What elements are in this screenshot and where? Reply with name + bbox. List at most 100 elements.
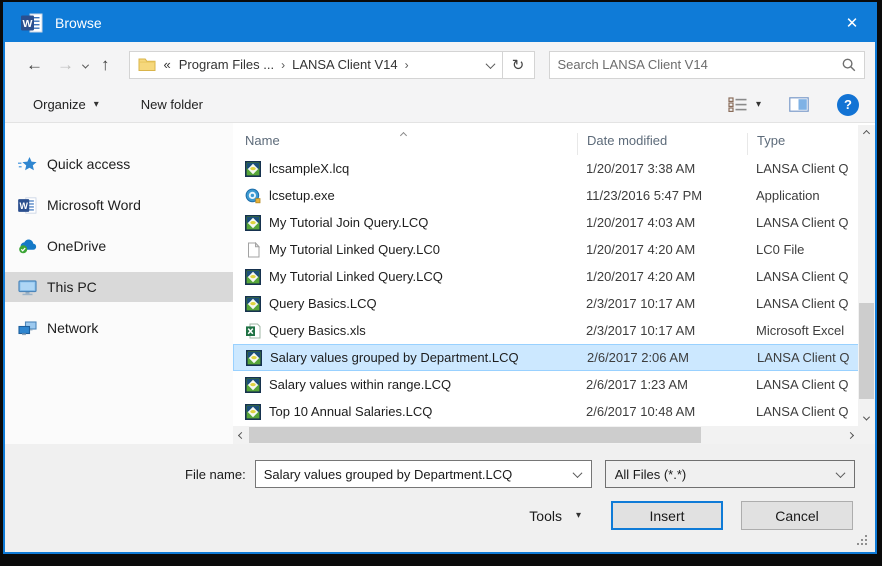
file-date: 2/3/2017 10:17 AM [586,323,696,338]
lcq-file-icon [245,269,261,285]
insert-button[interactable]: Insert [611,501,723,530]
folder-icon [138,57,156,72]
file-row[interactable]: Salary values within range.LCQ 2/6/2017 … [233,371,875,398]
column-header-type[interactable]: Type [747,133,875,155]
back-button[interactable]: ← [19,52,50,77]
organize-label: Organize [33,97,86,112]
file-name: Top 10 Annual Salaries.LCQ [269,404,433,419]
vertical-scrollbar[interactable] [858,125,875,426]
cancel-label: Cancel [775,507,819,524]
search-input[interactable] [557,57,836,72]
file-date: 1/20/2017 4:20 AM [586,269,696,284]
cancel-button[interactable]: Cancel [741,501,853,530]
window-title: Browse [55,15,102,31]
chevron-down-icon [835,467,846,478]
lcq-file-icon [246,350,262,366]
breadcrumb-separator: › [281,57,286,72]
button-row: Tools ▾ Insert Cancel [5,501,875,530]
file-name-label: File name: [185,466,246,482]
sidebar-item-network[interactable]: Network [5,313,233,343]
help-icon: ? [844,97,852,112]
file-row[interactable]: Query Basics.LCQ 2/3/2017 10:17 AM LANSA… [233,290,875,317]
generic-file-icon [245,242,261,258]
file-row[interactable]: My Tutorial Linked Query.LC0 1/20/2017 4… [233,236,875,263]
insert-label: Insert [649,507,685,524]
breadcrumb-segment[interactable]: LANSA Client V14 [292,57,398,72]
file-row[interactable]: My Tutorial Linked Query.LCQ 1/20/2017 4… [233,263,875,290]
file-name: My Tutorial Linked Query.LC0 [269,242,440,257]
navigation-bar: ← → ↑ « Program Files ... › LANSA Client… [5,42,875,87]
lcq-file-icon [245,161,261,177]
file-row-selected[interactable]: Salary values grouped by Department.LCQ … [233,344,875,371]
scroll-right-button[interactable] [842,426,858,444]
scroll-down-button[interactable] [858,410,875,426]
chevron-down-icon [485,59,495,70]
sidebar-item-onedrive[interactable]: OneDrive [5,231,233,261]
forward-button[interactable]: → [50,52,81,77]
file-date: 1/20/2017 3:38 AM [586,161,696,176]
file-name-row: File name: All Files (*.*) [5,460,875,488]
refresh-button[interactable]: ↻ [502,50,535,79]
file-row[interactable]: lcsampleX.lcq 1/20/2017 3:38 AM LANSA Cl… [233,155,875,182]
sidebar-item-this-pc[interactable]: This PC [5,272,233,302]
new-folder-label: New folder [140,97,203,112]
browse-dialog: Browse ✕ ← → ↑ « Program Files ... › LAN… [3,2,877,554]
horizontal-scrollbar[interactable] [233,426,858,444]
file-row[interactable]: Top 10 Annual Salaries.LCQ 2/6/2017 10:4… [233,398,875,425]
file-type: LANSA Client Q [756,269,849,284]
close-icon: ✕ [845,15,859,32]
organize-button[interactable]: Organize ▾ [33,97,99,112]
horizontal-scroll-thumb[interactable] [249,427,701,443]
file-name: Salary values within range.LCQ [269,377,452,392]
close-button[interactable]: ✕ [829,4,875,42]
scroll-up-button[interactable] [858,125,875,141]
preview-pane-button[interactable] [789,97,809,112]
address-bar[interactable]: « Program Files ... › LANSA Client V14 › [128,50,503,79]
sort-ascending-icon [399,126,408,141]
dialog-footer: File name: All Files (*.*) Tools ▾ Inser… [5,444,875,552]
chevron-down-icon: ▾ [755,99,761,110]
breadcrumb-collapsed[interactable]: « [164,57,171,72]
column-header-date-modified[interactable]: Date modified [577,133,747,155]
file-type: LANSA Client Q [757,350,850,365]
file-date: 1/20/2017 4:03 AM [586,215,696,230]
resize-grip-icon[interactable] [865,543,867,545]
sidebar-item-quick-access[interactable]: Quick access [5,149,233,179]
title-bar: Browse ✕ [5,4,875,42]
up-button[interactable]: ↑ [94,52,117,77]
file-row[interactable]: Query Basics.xls 2/3/2017 10:17 AM Micro… [233,317,875,344]
word-app-icon [21,13,43,33]
sidebar-item-label: OneDrive [47,238,107,254]
help-button[interactable]: ? [837,93,859,116]
new-folder-button[interactable]: New folder [141,97,203,112]
file-type-dropdown-button[interactable] [828,467,854,478]
history-dropdown-button[interactable] [81,56,90,74]
preview-pane-icon [789,97,809,112]
chevron-left-icon [237,431,245,439]
breadcrumb-segment[interactable]: Program Files ... [179,57,274,72]
file-row[interactable]: lcsetup.exe 11/23/2016 5:47 PM Applicati… [233,182,875,209]
tools-button[interactable]: Tools ▾ [529,508,581,524]
application-icon [245,188,261,204]
sidebar-item-microsoft-word[interactable]: Microsoft Word [5,190,233,220]
file-name-input[interactable] [255,466,565,482]
change-view-button[interactable]: ▾ [728,97,761,112]
chevron-down-icon [81,61,90,69]
quick-access-star-icon [18,156,37,173]
sidebar-item-label: Microsoft Word [47,197,141,213]
lcq-file-icon [245,377,261,393]
scroll-left-button[interactable] [233,426,249,444]
file-list: Name Date modified Type lcsampleX.lcq 1/… [233,123,875,444]
file-name-dropdown-button[interactable] [565,467,591,478]
tools-label: Tools [529,507,562,524]
file-name: lcsetup.exe [269,188,335,203]
address-dropdown-button[interactable] [485,57,495,72]
command-toolbar: Organize ▾ New folder ▾ ? [5,87,875,123]
file-row[interactable]: My Tutorial Join Query.LCQ 1/20/2017 4:0… [233,209,875,236]
file-type-combobox[interactable]: All Files (*.*) [604,460,855,488]
file-type-value: All Files (*.*) [614,466,687,482]
vertical-scroll-thumb[interactable] [859,303,874,399]
file-type: LANSA Client Q [756,377,849,392]
file-name: Query Basics.xls [269,323,366,338]
column-headers: Name Date modified Type [233,123,875,155]
